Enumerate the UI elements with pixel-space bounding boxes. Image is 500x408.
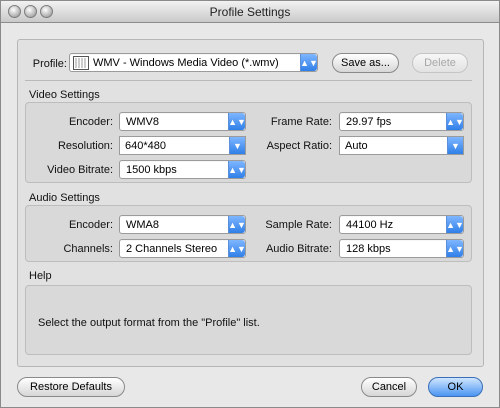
audio-encoder-label: Encoder: [68,219,113,231]
video-bitrate-value: 1500 kbps [126,164,177,176]
audio-bitrate-label: Audio Bitrate: [265,243,332,255]
profile-divider [25,80,472,81]
video-settings-title: Video Settings [29,89,100,101]
resolution-combo[interactable]: 640*480 ▼ [119,136,246,155]
video-encoder-select[interactable]: WMV8 ▲▼ [119,112,246,131]
resolution-label: Resolution: [57,140,113,152]
audio-encoder-select[interactable]: WMA8 ▲▼ [119,215,246,234]
popup-arrows-icon: ▲▼ [228,161,246,178]
chevron-down-icon[interactable]: ▼ [229,137,245,154]
popup-arrows-icon: ▲▼ [228,216,246,233]
sample-rate-value: 44100 Hz [346,219,394,231]
aspect-ratio-value: Auto [345,140,368,152]
title-bar: Profile Settings [1,1,499,23]
profile-label: Profile: [32,58,67,70]
window-title: Profile Settings [209,5,291,19]
popup-arrows-icon: ▲▼ [228,240,246,257]
help-text: Select the output format from the "Profi… [38,317,260,329]
popup-arrows-icon: ▲▼ [446,113,464,130]
sample-rate-label: Sample Rate: [265,219,332,231]
video-encoder-value: WMV8 [126,116,159,128]
video-encoder-label: Encoder: [68,116,113,128]
aspect-ratio-label: Aspect Ratio: [266,140,332,152]
cancel-button[interactable]: Cancel [361,377,417,397]
sample-rate-select[interactable]: 44100 Hz ▲▼ [339,215,464,234]
video-bitrate-select[interactable]: 1500 kbps ▲▼ [119,160,246,179]
frame-rate-label: Frame Rate: [270,116,332,128]
aspect-ratio-combo[interactable]: Auto ▼ [339,136,464,155]
audio-encoder-value: WMA8 [126,219,159,231]
wmv-file-icon [73,56,89,70]
channels-label: Channels: [63,243,113,255]
popup-arrows-icon: ▲▼ [228,113,246,130]
help-title: Help [29,270,52,282]
audio-bitrate-select[interactable]: 128 kbps ▲▼ [339,239,464,258]
video-bitrate-label: Video Bitrate: [47,164,113,176]
popup-arrows-icon: ▲▼ [446,240,464,257]
frame-rate-value: 29.97 fps [346,116,392,128]
channels-value: 2 Channels Stereo [126,243,218,255]
chevron-down-icon[interactable]: ▼ [447,137,463,154]
restore-defaults-button[interactable]: Restore Defaults [17,377,125,397]
resolution-value: 640*480 [125,140,166,152]
profile-select-value: WMV - Windows Media Video (*.wmv) [93,57,279,69]
ok-button[interactable]: OK [428,377,483,397]
channels-select[interactable]: 2 Channels Stereo ▲▼ [119,239,246,258]
profile-settings-window: Profile Settings Profile: WMV - Windows … [0,0,500,408]
frame-rate-select[interactable]: 29.97 fps ▲▼ [339,112,464,131]
save-as-button[interactable]: Save as... [332,53,399,73]
popup-arrows-icon: ▲▼ [446,216,464,233]
delete-button[interactable]: Delete [412,53,468,73]
audio-settings-title: Audio Settings [29,192,100,204]
help-box: Select the output format from the "Profi… [25,285,472,355]
audio-bitrate-value: 128 kbps [346,243,391,255]
popup-arrows-icon: ▲▼ [300,54,318,71]
profile-select[interactable]: WMV - Windows Media Video (*.wmv) ▲▼ [69,53,318,72]
